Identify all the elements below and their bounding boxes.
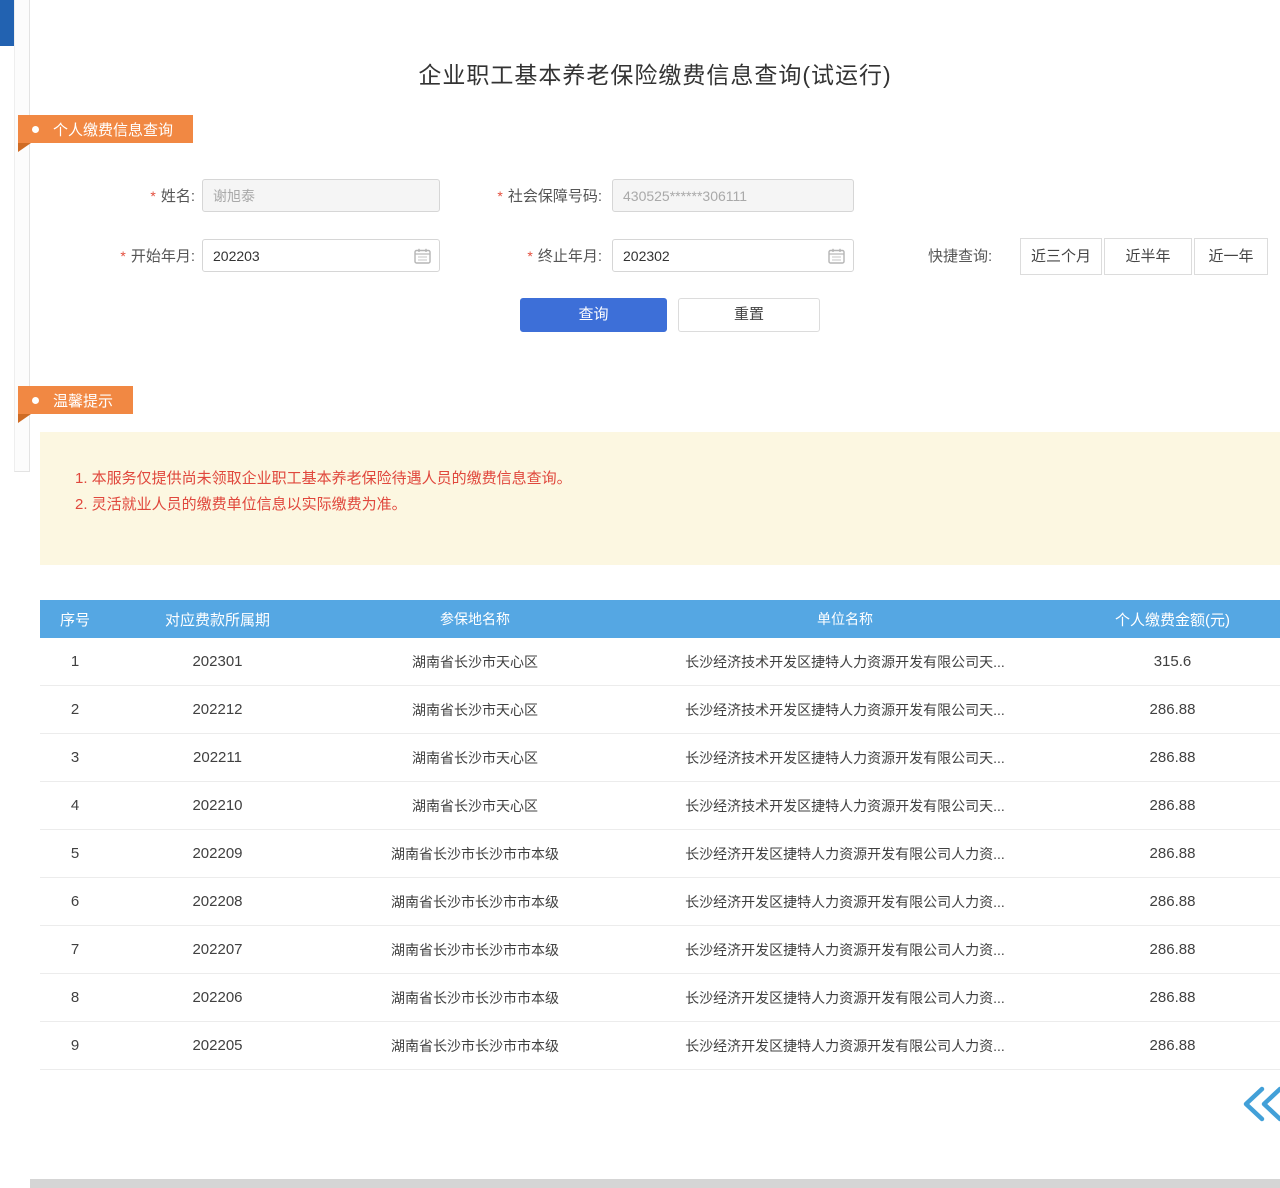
table-row: 1202301湖南省长沙市天心区长沙经济技术开发区捷特人力资源开发有限公司天..… bbox=[40, 638, 1280, 686]
table-header-row: 序号 对应费款所属期 参保地名称 单位名称 个人缴费金额(元) bbox=[40, 600, 1280, 638]
double-chevron-left-icon[interactable] bbox=[1240, 1083, 1280, 1125]
table-cell: 湖南省长沙市天心区 bbox=[325, 796, 625, 816]
table-cell: 286.88 bbox=[1065, 749, 1280, 766]
table-cell: 286.88 bbox=[1065, 1037, 1280, 1054]
section-badge-tips-label: 温馨提示 bbox=[53, 390, 113, 411]
table-cell: 长沙经济开发区捷特人力资源开发有限公司人力资... bbox=[625, 988, 1065, 1008]
col-header-period: 对应费款所属期 bbox=[110, 609, 325, 630]
bottom-scrollbar[interactable] bbox=[30, 1179, 1280, 1188]
ssn-field[interactable] bbox=[612, 179, 854, 212]
table-row: 5202209湖南省长沙市长沙市市本级长沙经济开发区捷特人力资源开发有限公司人力… bbox=[40, 830, 1280, 878]
required-asterisk: * bbox=[150, 188, 155, 204]
table-cell: 湖南省长沙市长沙市市本级 bbox=[325, 1036, 625, 1056]
table-cell: 湖南省长沙市天心区 bbox=[325, 652, 625, 672]
table-row: 8202206湖南省长沙市长沙市市本级长沙经济开发区捷特人力资源开发有限公司人力… bbox=[40, 974, 1280, 1022]
table-cell: 4 bbox=[40, 797, 110, 814]
payment-table: 序号 对应费款所属期 参保地名称 单位名称 个人缴费金额(元) 1202301湖… bbox=[40, 600, 1280, 1070]
table-cell: 长沙经济技术开发区捷特人力资源开发有限公司天... bbox=[625, 796, 1065, 816]
quick-btn-last-year[interactable]: 近一年 bbox=[1194, 238, 1268, 275]
table-cell: 286.88 bbox=[1065, 989, 1280, 1006]
table-cell: 202209 bbox=[110, 845, 325, 862]
table-cell: 315.6 bbox=[1065, 653, 1280, 670]
quick-btn-last-half-year[interactable]: 近半年 bbox=[1104, 238, 1192, 275]
required-asterisk: * bbox=[527, 248, 532, 264]
table-row: 7202207湖南省长沙市长沙市市本级长沙经济开发区捷特人力资源开发有限公司人力… bbox=[40, 926, 1280, 974]
table-cell: 8 bbox=[40, 989, 110, 1006]
end-month-field[interactable] bbox=[612, 239, 854, 272]
table-cell: 202210 bbox=[110, 797, 325, 814]
reset-button[interactable]: 重置 bbox=[678, 298, 820, 332]
name-field[interactable] bbox=[202, 179, 440, 212]
quick-query-label: 快捷查询: bbox=[928, 239, 992, 275]
table-cell: 湖南省长沙市长沙市市本级 bbox=[325, 844, 625, 864]
table-cell: 7 bbox=[40, 941, 110, 958]
quick-btn-last-3-months[interactable]: 近三个月 bbox=[1020, 238, 1102, 275]
table-cell: 202301 bbox=[110, 653, 325, 670]
table-cell: 长沙经济技术开发区捷特人力资源开发有限公司天... bbox=[625, 652, 1065, 672]
table-cell: 6 bbox=[40, 893, 110, 910]
table-cell: 286.88 bbox=[1065, 797, 1280, 814]
table-cell: 5 bbox=[40, 845, 110, 862]
table-cell: 长沙经济技术开发区捷特人力资源开发有限公司天... bbox=[625, 700, 1065, 720]
table-cell: 长沙经济开发区捷特人力资源开发有限公司人力资... bbox=[625, 940, 1065, 960]
table-cell: 长沙经济技术开发区捷特人力资源开发有限公司天... bbox=[625, 748, 1065, 768]
table-row: 2202212湖南省长沙市天心区长沙经济技术开发区捷特人力资源开发有限公司天..… bbox=[40, 686, 1280, 734]
table-row: 6202208湖南省长沙市长沙市市本级长沙经济开发区捷特人力资源开发有限公司人力… bbox=[40, 878, 1280, 926]
end-month-wrap bbox=[612, 239, 854, 272]
table-cell: 长沙经济开发区捷特人力资源开发有限公司人力资... bbox=[625, 1036, 1065, 1056]
table-cell: 202205 bbox=[110, 1037, 325, 1054]
col-header-amount: 个人缴费金额(元) bbox=[1065, 609, 1280, 630]
col-header-company: 单位名称 bbox=[625, 609, 1065, 629]
table-row: 9202205湖南省长沙市长沙市市本级长沙经济开发区捷特人力资源开发有限公司人力… bbox=[40, 1022, 1280, 1070]
table-cell: 286.88 bbox=[1065, 701, 1280, 718]
table-cell: 湖南省长沙市天心区 bbox=[325, 700, 625, 720]
table-cell: 湖南省长沙市天心区 bbox=[325, 748, 625, 768]
end-month-label: *终止年月: bbox=[470, 239, 602, 274]
table-cell: 2 bbox=[40, 701, 110, 718]
table-cell: 286.88 bbox=[1065, 893, 1280, 910]
notice-box: 1. 本服务仅提供尚未领取企业职工基本养老保险待遇人员的缴费信息查询。 2. 灵… bbox=[40, 432, 1280, 565]
section-badge-query-label: 个人缴费信息查询 bbox=[53, 119, 173, 140]
table-cell: 202207 bbox=[110, 941, 325, 958]
table-cell: 202211 bbox=[110, 749, 325, 766]
table-cell: 202206 bbox=[110, 989, 325, 1006]
table-cell: 长沙经济开发区捷特人力资源开发有限公司人力资... bbox=[625, 844, 1065, 864]
ssn-label: *社会保障号码: bbox=[460, 179, 602, 214]
table-cell: 202208 bbox=[110, 893, 325, 910]
notice-line: 1. 本服务仅提供尚未领取企业职工基本养老保险待遇人员的缴费信息查询。 bbox=[75, 466, 1260, 492]
start-month-label: *开始年月: bbox=[60, 239, 195, 274]
page-title: 企业职工基本养老保险缴费信息查询(试运行) bbox=[30, 56, 1280, 90]
table-cell: 286.88 bbox=[1065, 845, 1280, 862]
table-cell: 长沙经济开发区捷特人力资源开发有限公司人力资... bbox=[625, 892, 1065, 912]
table-cell: 3 bbox=[40, 749, 110, 766]
required-asterisk: * bbox=[120, 248, 125, 264]
query-button[interactable]: 查询 bbox=[520, 298, 667, 332]
table-cell: 1 bbox=[40, 653, 110, 670]
table-row: 3202211湖南省长沙市天心区长沙经济技术开发区捷特人力资源开发有限公司天..… bbox=[40, 734, 1280, 782]
table-cell: 湖南省长沙市长沙市市本级 bbox=[325, 988, 625, 1008]
name-label: *姓名: bbox=[88, 179, 195, 214]
payment-table-body: 1202301湖南省长沙市天心区长沙经济技术开发区捷特人力资源开发有限公司天..… bbox=[40, 638, 1280, 1070]
start-month-wrap bbox=[202, 239, 440, 272]
col-header-index: 序号 bbox=[40, 609, 110, 630]
bullet-icon bbox=[32, 397, 39, 404]
notice-line: 2. 灵活就业人员的缴费单位信息以实际缴费为准。 bbox=[75, 492, 1260, 518]
table-cell: 286.88 bbox=[1065, 941, 1280, 958]
bullet-icon bbox=[32, 126, 39, 133]
table-cell: 湖南省长沙市长沙市市本级 bbox=[325, 892, 625, 912]
table-row: 4202210湖南省长沙市天心区长沙经济技术开发区捷特人力资源开发有限公司天..… bbox=[40, 782, 1280, 830]
table-cell: 202212 bbox=[110, 701, 325, 718]
section-badge-query: 个人缴费信息查询 bbox=[18, 115, 193, 143]
required-asterisk: * bbox=[497, 188, 502, 204]
section-badge-tips: 温馨提示 bbox=[18, 386, 133, 414]
col-header-region: 参保地名称 bbox=[325, 609, 625, 629]
corner-tab bbox=[0, 0, 14, 46]
table-cell: 湖南省长沙市长沙市市本级 bbox=[325, 940, 625, 960]
table-cell: 9 bbox=[40, 1037, 110, 1054]
start-month-field[interactable] bbox=[202, 239, 440, 272]
